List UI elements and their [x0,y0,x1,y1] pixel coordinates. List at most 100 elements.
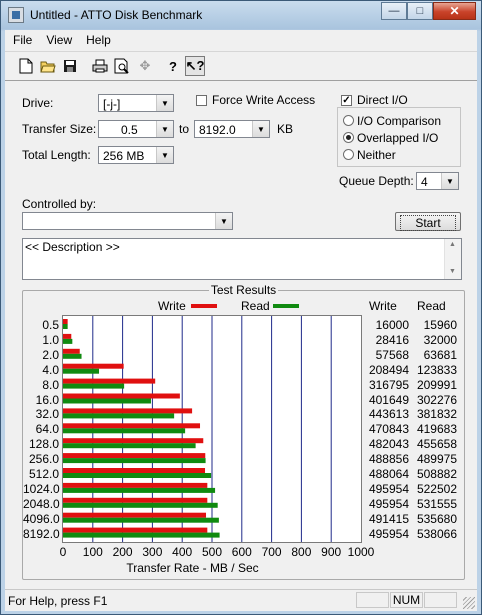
neither-radio[interactable] [343,149,354,160]
status-pane-empty-2 [424,592,457,608]
write-value: 482043 [368,437,409,452]
write-value: 491415 [368,511,409,526]
io-comparison-label: I/O Comparison [357,114,442,128]
chevron-down-icon: ▼ [441,173,458,189]
app-icon[interactable] [8,7,24,23]
scroll-down-icon[interactable]: ▼ [449,268,456,275]
read-bar [63,473,212,478]
close-button[interactable]: ✕ [433,2,476,20]
read-value: 508882 [416,467,457,481]
size-label: 1.0 [42,332,59,347]
help-icon[interactable]: ? [163,56,183,76]
new-file-icon[interactable] [16,56,36,76]
direct-io-label: Direct I/O [357,93,411,107]
read-value: 419683 [416,422,457,437]
transfer-size-label: Transfer Size: [22,122,97,136]
save-icon[interactable] [60,56,80,76]
resize-grip[interactable] [463,597,475,609]
write-value: 495954 [368,481,409,496]
write-bar [63,363,124,369]
minimize-button[interactable]: — [381,2,407,20]
write-value: 488856 [368,452,409,467]
kb-label: KB [277,122,294,136]
write-bar [63,408,193,414]
move-icon[interactable]: ✥ [135,56,155,76]
context-help-icon[interactable]: ↖? [185,56,205,76]
write-bar [63,348,80,354]
write-value: 208494 [368,362,409,377]
write-value: 495954 [368,526,409,541]
menu-view[interactable]: View [38,30,78,50]
size-label: 64.0 [35,422,59,437]
write-bar [63,468,206,473]
read-bar [63,458,206,464]
write-bar [63,512,207,518]
write-value: 316795 [368,377,409,392]
read-bar [63,502,218,508]
transfer-size-from-select[interactable]: 0.5 ▼ [98,120,174,138]
status-pane-empty [356,592,389,608]
read-bar [63,443,196,449]
force-write-label: Force Write Access [212,93,316,107]
column-read-header: Read [417,299,446,313]
scroll-up-icon[interactable]: ▲ [449,241,456,248]
open-folder-icon[interactable] [38,56,58,76]
neither-label: Neither [357,148,396,162]
chevron-down-icon: ▼ [156,95,173,111]
chevron-down-icon: ▼ [156,121,173,137]
total-length-select[interactable]: 256 MB ▼ [98,146,174,164]
chevron-down-icon: ▼ [156,147,173,163]
read-bar [63,487,216,493]
read-bar [63,398,151,404]
read-value: 538066 [416,526,457,541]
application-window: Untitled - ATTO Disk Benchmark — □ ✕ Fil… [0,0,482,615]
write-bar [63,393,180,399]
size-label: 4096.0 [23,511,60,526]
write-value: 16000 [375,318,409,332]
force-write-checkbox[interactable] [196,95,207,106]
read-value: 123833 [416,362,457,377]
read-bar [63,368,100,374]
description-field[interactable]: << Description >> ▲ ▼ [22,238,462,280]
size-label: 2.0 [42,347,59,362]
status-text: For Help, press F1 [8,594,108,608]
description-text: << Description >> [25,240,120,254]
controlled-by-label: Controlled by: [22,197,97,211]
read-value: 531555 [416,496,457,511]
size-label: 128.0 [28,437,59,452]
queue-depth-select[interactable]: 4 ▼ [416,172,459,190]
legend-read-swatch [273,304,299,308]
size-label: 4.0 [42,362,59,377]
controlled-by-select[interactable]: ▼ [22,212,233,230]
total-length-label: Total Length: [22,148,91,162]
x-axis-label: Transfer Rate - MB / Sec [126,561,259,575]
write-bar [63,333,72,339]
write-bar [63,497,208,503]
benchmark-form: Drive: [-j-] ▼ Force Write Access ✓ Direc… [6,80,476,589]
menu-bar: File View Help [5,30,477,50]
menu-help[interactable]: Help [78,30,117,50]
menu-file[interactable]: File [5,30,38,50]
size-label: 256.0 [28,452,59,467]
drive-select[interactable]: [-j-] ▼ [98,94,174,112]
print-preview-icon[interactable] [112,56,132,76]
legend-write-swatch [191,304,217,308]
maximize-button[interactable]: □ [407,2,433,20]
write-value: 443613 [368,407,409,422]
write-value: 57568 [375,347,409,362]
read-bar [63,413,175,419]
overlapped-io-radio[interactable] [343,132,354,143]
print-icon[interactable] [90,56,110,76]
start-button[interactable]: Start [395,212,461,231]
read-value: 489975 [416,452,457,467]
transfer-size-to-select[interactable]: 8192.0 ▼ [194,120,270,138]
read-bar [63,324,68,329]
read-value: 302276 [416,392,457,407]
io-comparison-radio[interactable] [343,115,354,126]
window-title: Untitled - ATTO Disk Benchmark [30,8,203,22]
description-scrollbar[interactable]: ▲ ▼ [444,239,461,279]
read-bar [63,532,220,538]
direct-io-checkbox[interactable]: ✓ [341,95,352,106]
title-bar[interactable]: Untitled - ATTO Disk Benchmark — □ ✕ [1,1,481,29]
x-tick-label: 1000 [347,545,375,559]
